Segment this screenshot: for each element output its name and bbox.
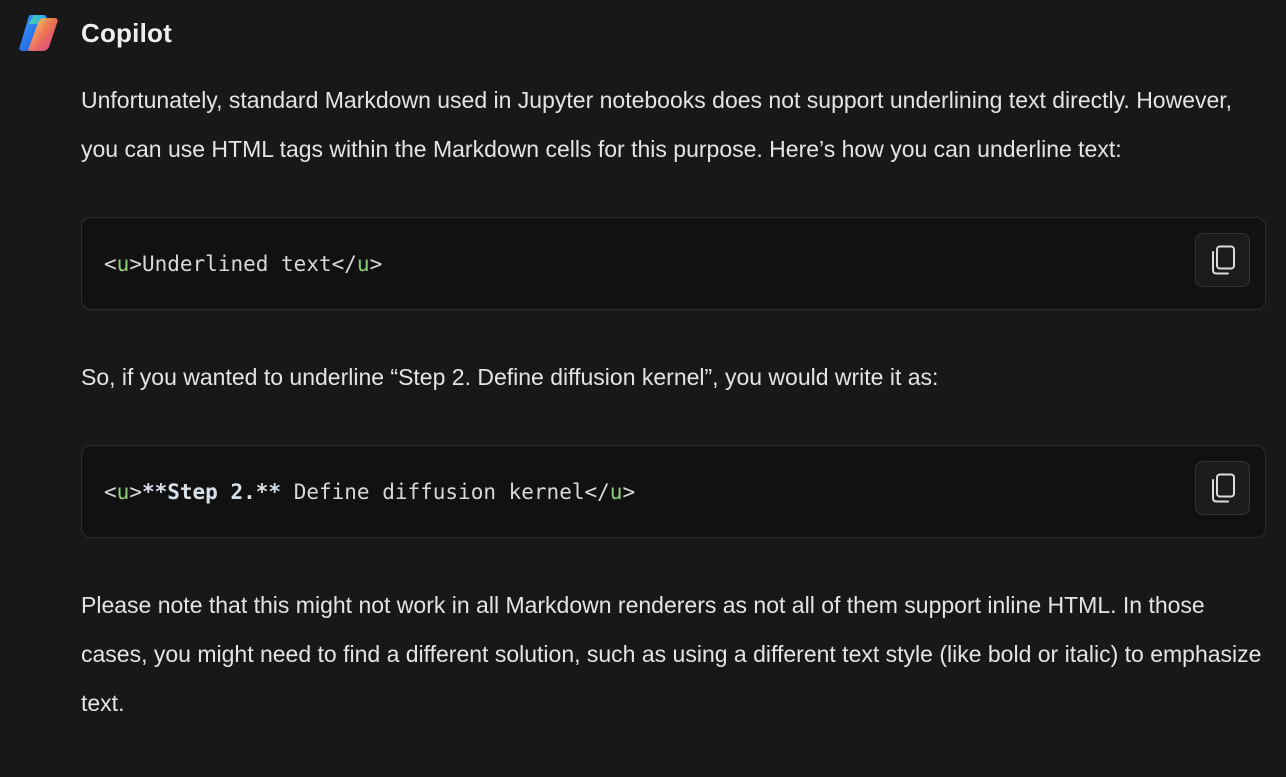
copy-icon [1211,245,1235,275]
code-token: < [104,252,117,276]
outro-paragraph: Please note that this might not work in … [81,592,1262,716]
chat-header: Copilot [16,12,172,54]
intro-paragraph: Unfortunately, standard Markdown used in… [81,87,1233,162]
code-token: > [129,480,142,504]
code-line: <u>**Step 2.** Define diffusion kernel</… [104,478,635,506]
code-block-1: <u>Underlined text</u> [81,217,1266,310]
code-bold-markdown: **Step 2.** [141,480,282,504]
copilot-logo-icon [19,15,58,51]
middle-paragraph: So, if you wanted to underline “Step 2. … [81,364,939,390]
code-token: < [104,480,117,504]
code-tag-name: u [609,480,623,504]
code-content: Define diffusion kernel [281,480,585,504]
app-title: Copilot [81,17,172,48]
code-content: Underlined text [141,252,332,276]
code-token: </ [331,252,357,276]
code-token: > [369,252,383,276]
copy-icon [1211,473,1235,503]
assistant-message: Unfortunately, standard Markdown used in… [81,76,1266,728]
copy-code-button[interactable] [1195,461,1250,515]
copy-code-button[interactable] [1195,233,1250,287]
code-tag-name: u [356,252,370,276]
code-token: > [622,480,636,504]
code-tag-name: u [116,252,130,276]
code-token: </ [584,480,610,504]
code-block-2: <u>**Step 2.** Define diffusion kernel</… [81,445,1266,538]
code-token: > [129,252,142,276]
code-tag-name: u [116,480,130,504]
code-line: <u>Underlined text</u> [104,250,382,278]
